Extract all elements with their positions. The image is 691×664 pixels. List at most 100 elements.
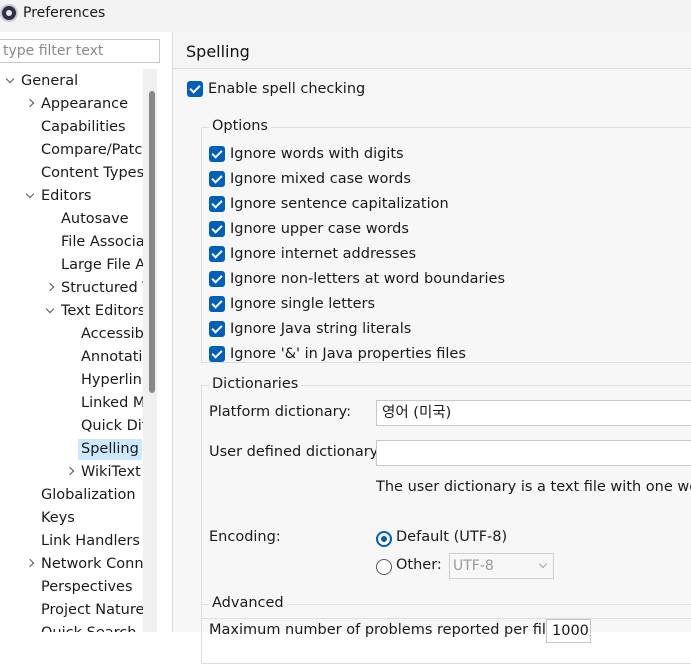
tree-item-label: Perspectives <box>41 579 133 595</box>
tree-scrollbar-thumb[interactable] <box>149 91 155 393</box>
option-label: Ignore Java string literals <box>230 321 412 337</box>
chevron-right-icon[interactable] <box>67 468 75 476</box>
tree-item-label: Autosave <box>61 211 129 227</box>
page-content: Enable spell checking Options Ignore wor… <box>173 69 691 664</box>
encoding-other-radio[interactable] <box>376 559 392 575</box>
tree-item-label: Large File Associations <box>61 257 143 273</box>
tree-item[interactable]: Annotations <box>0 347 143 368</box>
tree-item-label: Accessibility <box>81 326 143 342</box>
tree-item[interactable]: Editors <box>0 186 143 207</box>
tree-item[interactable]: Globalization <box>0 485 143 506</box>
encoding-label: Encoding: <box>209 529 281 545</box>
tree-item-label: General <box>21 73 79 89</box>
tree-item-label: Structured Text <box>61 280 143 296</box>
checkbox-checked-icon[interactable] <box>209 171 225 187</box>
tree-item[interactable]: Appearance <box>0 94 143 115</box>
checkbox-checked-icon[interactable] <box>187 81 203 97</box>
tree-item-label: Keys <box>41 510 75 526</box>
platform-dictionary-label: Platform dictionary: <box>209 404 351 420</box>
option-label: Ignore internet addresses <box>230 246 417 262</box>
page-title: Spelling <box>186 42 250 61</box>
tree-item-label: Network Connections <box>41 556 143 572</box>
tree-item[interactable]: General <box>0 71 143 92</box>
tree-item-label: Compare/Patch <box>41 142 143 158</box>
tree-item[interactable]: Project Natures <box>0 600 143 621</box>
encoding-default-radio[interactable] <box>376 531 392 547</box>
checkbox-checked-icon[interactable] <box>209 271 225 287</box>
tree-scrollbar[interactable] <box>143 69 157 632</box>
checkbox-checked-icon[interactable] <box>209 321 225 337</box>
eclipse-app-icon <box>0 4 18 22</box>
tree-item[interactable]: Text Editors <box>0 301 143 322</box>
advanced-group-title: Advanced <box>209 595 287 611</box>
option-label: Ignore sentence capitalization <box>230 196 449 212</box>
tree-item[interactable]: File Associations <box>0 232 143 253</box>
max-problems-field[interactable]: 1000 <box>546 619 591 643</box>
tree-item[interactable]: Large File Associations <box>0 255 143 276</box>
tree-item-label: Link Handlers <box>41 533 140 549</box>
page-header: Spelling <box>173 32 691 69</box>
option-label: Ignore non-letters at word boundaries <box>230 271 506 287</box>
tree-item-label: Hyperlinking <box>81 372 143 388</box>
chevron-down-icon[interactable] <box>26 192 34 200</box>
option-label: Ignore words with digits <box>230 146 404 162</box>
chevron-right-icon[interactable] <box>27 560 35 568</box>
max-problems-label: Maximum number of problems reported per … <box>209 622 560 638</box>
encoding-default-label: Default (UTF-8) <box>396 529 508 545</box>
dictionaries-group-title: Dictionaries <box>209 376 302 392</box>
tree-item[interactable]: Capabilities <box>0 117 143 138</box>
tree-item[interactable]: Quick Diff <box>0 416 143 437</box>
checkbox-checked-icon[interactable] <box>209 246 225 262</box>
tree-item[interactable]: WikiText <box>0 462 143 483</box>
tree-item[interactable]: Quick Search <box>0 623 143 632</box>
tree-item[interactable]: Hyperlinking <box>0 370 143 391</box>
checkbox-checked-icon[interactable] <box>209 221 225 237</box>
tree-item[interactable]: Compare/Patch <box>0 140 143 161</box>
checkbox-label: Enable spell checking <box>208 81 366 97</box>
tree-item[interactable]: Spelling <box>0 439 143 460</box>
tree-item-label: Text Editors <box>61 303 143 319</box>
tree-item[interactable]: Accessibility <box>0 324 143 345</box>
preferences-tree: General Appearance Capabilities Compare/Pat… <box>0 69 143 632</box>
user-dictionary-field[interactable] <box>376 440 691 466</box>
tree-item[interactable]: Linked Mode <box>0 393 143 414</box>
tree-item[interactable]: Network Connections <box>0 554 143 575</box>
chevron-down-icon <box>538 559 548 569</box>
options-group-title: Options <box>209 118 271 134</box>
tree-item[interactable]: Keys <box>0 508 143 529</box>
option-label: Ignore upper case words <box>230 221 409 237</box>
tree-item-label: File Associations <box>61 234 143 250</box>
tree-item[interactable]: Perspectives <box>0 577 143 598</box>
tree-item[interactable]: Link Handlers <box>0 531 143 552</box>
title-bar: Preferences <box>0 0 691 32</box>
tree-item[interactable]: Structured Text <box>0 278 143 299</box>
preference-page: Spelling Enable spell checking Options I… <box>173 32 691 664</box>
chevron-down-icon[interactable] <box>46 307 54 315</box>
tree-item-label: WikiText <box>81 464 141 480</box>
checkbox-checked-icon[interactable] <box>209 146 225 162</box>
checkbox-checked-icon[interactable] <box>209 346 225 362</box>
tree-item[interactable]: Content Types <box>0 163 143 184</box>
tree-item[interactable]: Autosave <box>0 209 143 230</box>
tree-item-label: Content Types <box>41 165 143 181</box>
window-title: Preferences <box>23 5 106 21</box>
tree-item-label: Globalization <box>41 487 136 503</box>
tree-item-label: Spelling <box>78 439 142 460</box>
encoding-other-value: UTF-8 <box>453 558 494 574</box>
tree-item-label: Quick Diff <box>81 418 143 434</box>
tree-item-label: Editors <box>41 188 92 204</box>
tree-item-label: Annotations <box>81 349 143 365</box>
chevron-right-icon[interactable] <box>47 284 55 292</box>
option-label: Ignore mixed case words <box>230 171 411 187</box>
filter-input[interactable] <box>0 39 160 63</box>
tree-item-label: Quick Search <box>38 623 139 632</box>
option-label: Ignore single letters <box>230 296 376 312</box>
checkbox-checked-icon[interactable] <box>209 196 225 212</box>
chevron-down-icon[interactable] <box>6 77 14 85</box>
tree-item-label: Linked Mode <box>81 395 143 411</box>
preferences-tree-panel: General Appearance Capabilities Compare/Pat… <box>0 32 173 632</box>
platform-dictionary-combo[interactable]: 영어 (미국) <box>376 400 691 426</box>
chevron-right-icon[interactable] <box>27 100 35 108</box>
checkbox-checked-icon[interactable] <box>209 296 225 312</box>
encoding-other-label: Other: <box>396 557 442 573</box>
